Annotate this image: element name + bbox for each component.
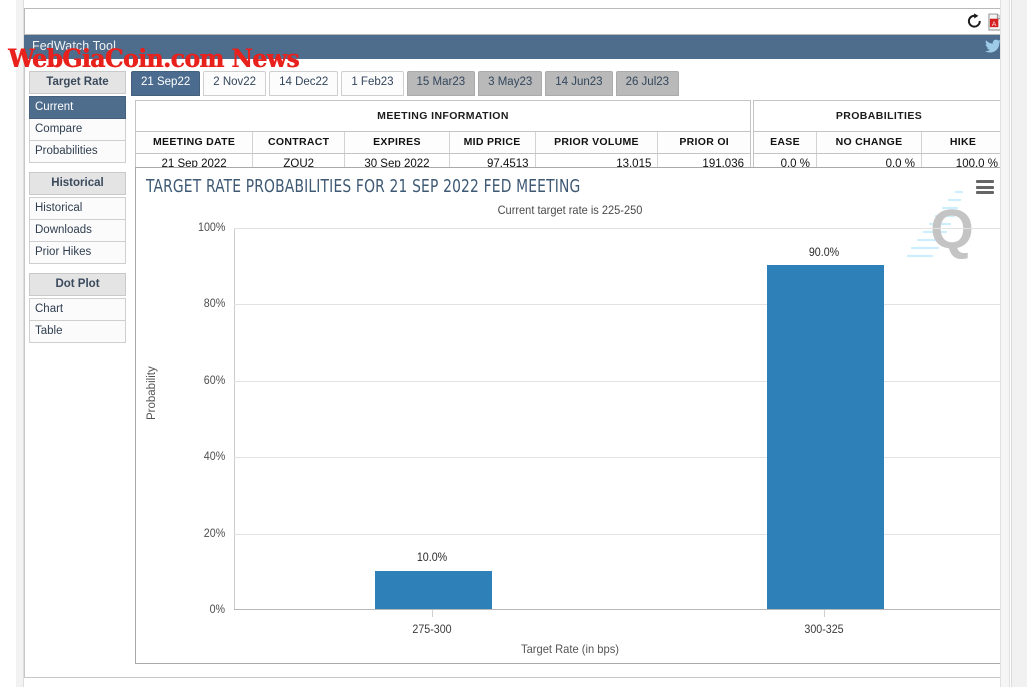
gridline-0: 0% [210,604,1004,616]
col-prior-oi: PRIOR OI [657,132,750,154]
probabilities-panel: PROBABILITIES EASE NO CHANGE HIKE 0.0 % … [753,100,1005,176]
sidebar-item-current[interactable]: Current [29,96,126,119]
y-tick-label-40: 40% [203,451,226,464]
meeting-information-title: MEETING INFORMATION [136,101,750,132]
probabilities-title: PROBABILITIES [754,101,1004,132]
hamburger-menu-icon[interactable] [976,180,994,194]
toolbar-icons: A [966,12,1003,31]
sidebar-item-downloads[interactable]: Downloads [29,220,126,242]
bar-275-300[interactable] [374,570,493,609]
sidebar-item-chart[interactable]: Chart [29,298,126,321]
y-tick-label-80: 80% [203,298,226,311]
bar-300-325[interactable] [767,265,885,609]
col-ease: EASE [754,132,817,154]
chart-plot-area: 100% 80% 60% 40% 20% 0% 275-300 10.0% 30… [198,222,1004,636]
meeting-date-tabs: 21 Sep22 2 Nov22 14 Dec22 1 Feb23 15 Mar… [131,71,680,96]
sidebar-item-table[interactable]: Table [29,321,126,343]
sidebar-group-dot-plot: Dot Plot [29,273,126,296]
sidebar-item-compare[interactable]: Compare [29,119,126,141]
outer-vertical-scrollbar[interactable] [1011,0,1027,687]
refresh-icon[interactable] [966,12,983,31]
sidebar-item-prior-hikes[interactable]: Prior Hikes [29,242,126,264]
tab-21-sep22[interactable]: 21 Sep22 [131,71,201,96]
site-watermark: WebGiaCoin.com News [8,44,299,73]
y-axis-line [234,228,235,610]
tab-14-jun23[interactable]: 14 Jun23 [545,71,613,96]
gridline-80: 80% [204,298,1004,310]
sidebar: Target Rate Current Compare Probabilitie… [29,71,126,343]
tab-15-mar23[interactable]: 15 Mar23 [406,71,476,96]
chart-title: TARGET RATE PROBABILITIES FOR 21 SEP 202… [146,177,581,197]
meeting-information-panel: MEETING INFORMATION MEETING DATE CONTRAC… [135,100,751,176]
x-tick-mark-1 [824,610,826,617]
inner-vertical-scrollbar[interactable] [1000,0,1010,687]
chart-subtitle: Current target rate is 225-250 [497,203,643,217]
y-tick-label-20: 20% [203,527,226,540]
y-tick-label-60: 60% [203,374,226,387]
col-expires: EXPIRES [344,132,450,154]
gridline-40: 40% [204,451,1004,463]
col-contract: CONTRACT [252,132,346,154]
col-prior-volume: PRIOR VOLUME [535,132,659,154]
x-tick-mark-0 [432,610,433,617]
sidebar-item-probabilities[interactable]: Probabilities [29,141,126,163]
y-axis-label: Probability [146,366,158,420]
main-content: Target Rate Current Compare Probabilitie… [24,59,1010,678]
x-tick-label-300-325: 300-325 [804,624,844,636]
probability-chart-card: TARGET RATE PROBABILITIES FOR 21 SEP 202… [135,167,1005,664]
col-no-change: NO CHANGE [816,132,922,154]
tab-3-may23[interactable]: 3 May23 [478,71,543,96]
gridline-100: 100% [198,222,1004,234]
application-window: A FedWatch Tool Target Rate Current Comp… [0,0,1027,687]
x-axis-label: Target Rate (in bps) [520,642,619,656]
col-hike: HIKE [921,132,1004,154]
browser-toolbar: A [24,8,1010,35]
bar-value-label-275-300: 10.0% [416,552,448,565]
gridline-60: 60% [204,375,1004,387]
tab-26-jul23[interactable]: 26 Jul23 [615,71,680,96]
sidebar-group-historical: Historical [29,172,126,195]
left-scroll-rail[interactable] [16,0,24,687]
sidebar-item-historical[interactable]: Historical [29,197,126,220]
gridline-20: 20% [204,528,1004,540]
y-tick-label-100: 100% [197,222,225,234]
table-header-row: MEETING DATE CONTRACT EXPIRES MID PRICE … [136,132,750,154]
y-tick-label-0: 0% [209,604,226,616]
sidebar-group-target-rate: Target Rate [29,71,126,94]
tab-2-nov22[interactable]: 2 Nov22 [203,71,267,96]
bar-value-label-300-325: 90.0% [808,246,840,259]
tab-14-dec22[interactable]: 14 Dec22 [269,71,339,96]
col-meeting-date: MEETING DATE [136,132,254,154]
table-header-row: EASE NO CHANGE HIKE [754,132,1004,154]
col-mid-price: MID PRICE [449,132,536,154]
tab-1-feb23[interactable]: 1 Feb23 [341,71,404,96]
x-tick-label-275-300: 275-300 [412,624,452,636]
svg-text:A: A [992,20,997,27]
